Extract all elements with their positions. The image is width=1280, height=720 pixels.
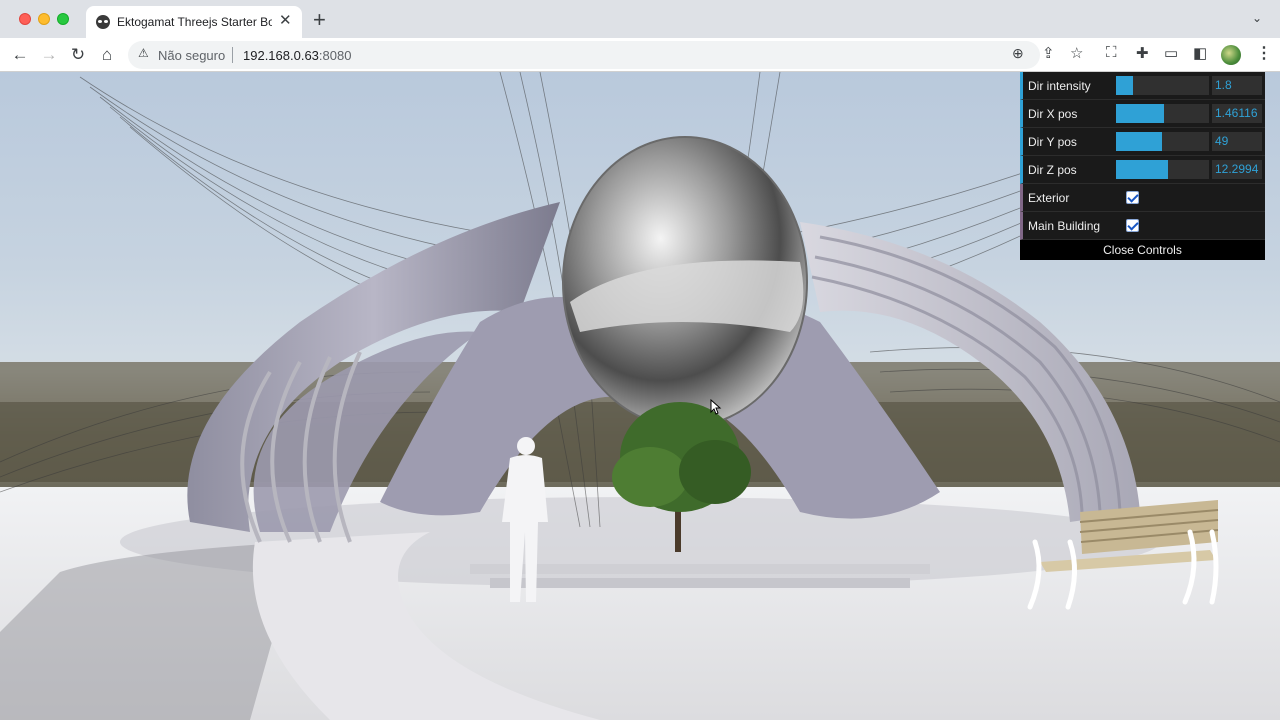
- url-host: 192.168.0.63: [243, 48, 319, 63]
- side-panel-icon[interactable]: ◧: [1193, 44, 1207, 62]
- main-building-checkbox[interactable]: [1126, 219, 1139, 232]
- control-label: Dir intensity: [1028, 79, 1091, 93]
- browser-toolbar: ← → ↻ ⌂ ⚠ Não seguro 192.168.0.63:8080 ⊕…: [0, 38, 1280, 72]
- slider-fill: [1116, 76, 1133, 95]
- control-dir-x-pos: Dir X pos 1.46116: [1020, 100, 1265, 128]
- address-bar[interactable]: ⚠ Não seguro 192.168.0.63:8080 ⊕: [128, 41, 1040, 69]
- dir-x-pos-input[interactable]: 1.46116: [1212, 104, 1262, 123]
- forward-button[interactable]: →: [36, 42, 62, 68]
- control-dir-y-pos: Dir Y pos 49: [1020, 128, 1265, 156]
- address-separator: [232, 47, 233, 63]
- gui-controls-panel: Dir intensity 1.8 Dir X pos 1.46116 Dir …: [1020, 72, 1265, 260]
- control-label: Dir Z pos: [1028, 163, 1077, 177]
- dir-intensity-slider[interactable]: [1116, 76, 1209, 95]
- maximize-window-button[interactable]: [57, 13, 69, 25]
- close-window-button[interactable]: [19, 13, 31, 25]
- url-port: :8080: [318, 48, 352, 63]
- control-label: Dir X pos: [1028, 107, 1078, 121]
- zoom-icon[interactable]: ⊕: [1012, 45, 1024, 62]
- control-dir-z-pos: Dir Z pos 12.2994: [1020, 156, 1265, 184]
- reload-button[interactable]: ↻: [65, 42, 91, 68]
- screenshot-icon[interactable]: ⛶: [1106, 44, 1117, 61]
- dir-intensity-input[interactable]: 1.8: [1212, 76, 1262, 95]
- share-icon[interactable]: ⇪: [1042, 44, 1055, 62]
- dir-z-pos-input[interactable]: 12.2994: [1212, 160, 1262, 179]
- browser-titlebar: Ektogamat Threejs Starter Boilerplate ✕ …: [0, 0, 1280, 38]
- dir-y-pos-slider[interactable]: [1116, 132, 1209, 151]
- url-text[interactable]: 192.168.0.63:8080: [243, 48, 351, 63]
- slider-fill: [1116, 132, 1162, 151]
- new-tab-button[interactable]: +: [313, 9, 326, 31]
- close-controls-button[interactable]: Close Controls: [1020, 240, 1265, 260]
- dir-x-pos-slider[interactable]: [1116, 104, 1209, 123]
- dir-y-pos-input[interactable]: 49: [1212, 132, 1262, 151]
- profile-avatar[interactable]: [1221, 45, 1241, 65]
- exterior-checkbox[interactable]: [1126, 191, 1139, 204]
- tab-title: Ektogamat Threejs Starter Boilerplate: [117, 15, 272, 29]
- warning-icon[interactable]: ⚠: [138, 46, 149, 60]
- slider-fill: [1116, 104, 1165, 123]
- security-label[interactable]: Não seguro: [158, 48, 225, 63]
- menu-kebab-icon[interactable]: ⋮: [1256, 43, 1272, 63]
- tab-close-icon[interactable]: ✕: [279, 13, 292, 29]
- control-label: Dir Y pos: [1028, 135, 1077, 149]
- browser-tab[interactable]: Ektogamat Threejs Starter Boilerplate ✕: [86, 6, 302, 38]
- control-main-building[interactable]: Main Building: [1020, 212, 1265, 240]
- bookmark-star-icon[interactable]: ☆: [1070, 44, 1083, 62]
- alien-favicon-icon: [96, 15, 110, 29]
- front-steps: [450, 550, 950, 588]
- cast-icon[interactable]: ▭: [1164, 44, 1178, 62]
- control-label: Main Building: [1028, 219, 1101, 233]
- home-button[interactable]: ⌂: [94, 42, 120, 68]
- control-exterior[interactable]: Exterior: [1020, 184, 1265, 212]
- back-button[interactable]: ←: [7, 42, 33, 68]
- minimize-window-button[interactable]: [38, 13, 50, 25]
- control-label: Exterior: [1028, 191, 1070, 205]
- extensions-puzzle-icon[interactable]: ✚: [1136, 44, 1149, 62]
- mouse-cursor-icon: [710, 399, 722, 415]
- tab-search-chevron-icon[interactable]: ⌄: [1252, 11, 1262, 25]
- control-dir-intensity: Dir intensity 1.8: [1020, 72, 1265, 100]
- dir-z-pos-slider[interactable]: [1116, 160, 1209, 179]
- slider-fill: [1116, 160, 1169, 179]
